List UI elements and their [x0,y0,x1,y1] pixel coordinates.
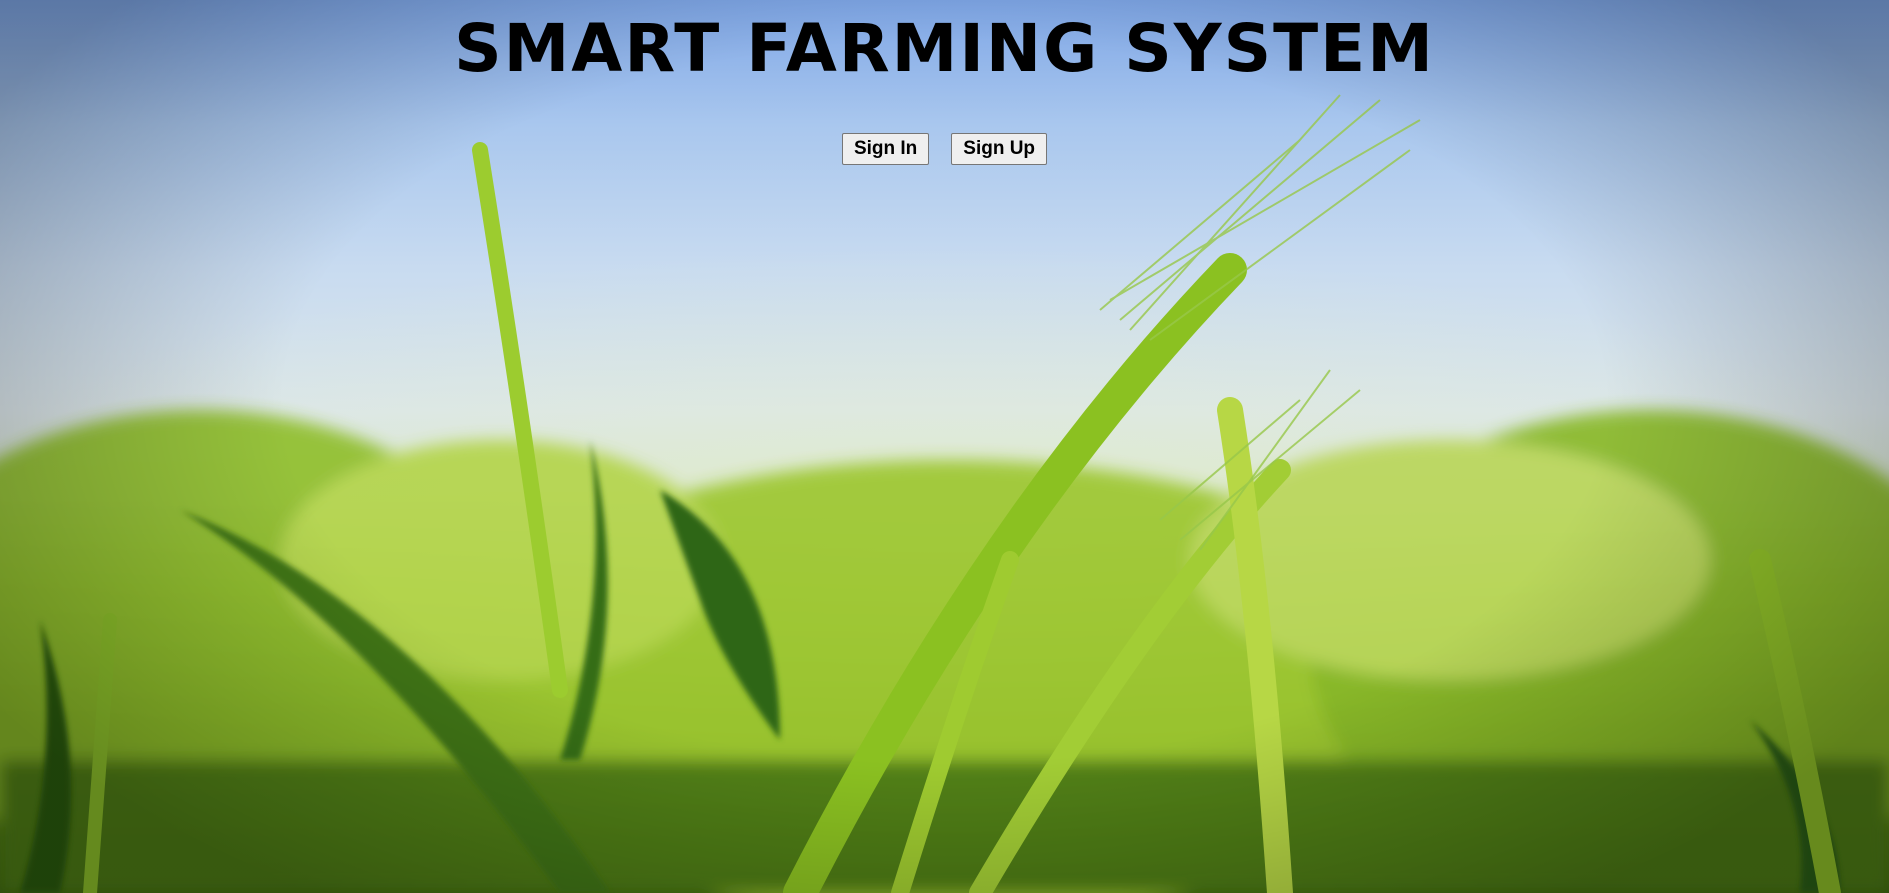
sign-up-button[interactable]: Sign Up [951,133,1048,165]
auth-buttons: Sign In Sign Up [0,133,1889,165]
page-title: SMART FARMING SYSTEM [454,10,1435,87]
sign-in-button[interactable]: Sign In [841,133,930,165]
